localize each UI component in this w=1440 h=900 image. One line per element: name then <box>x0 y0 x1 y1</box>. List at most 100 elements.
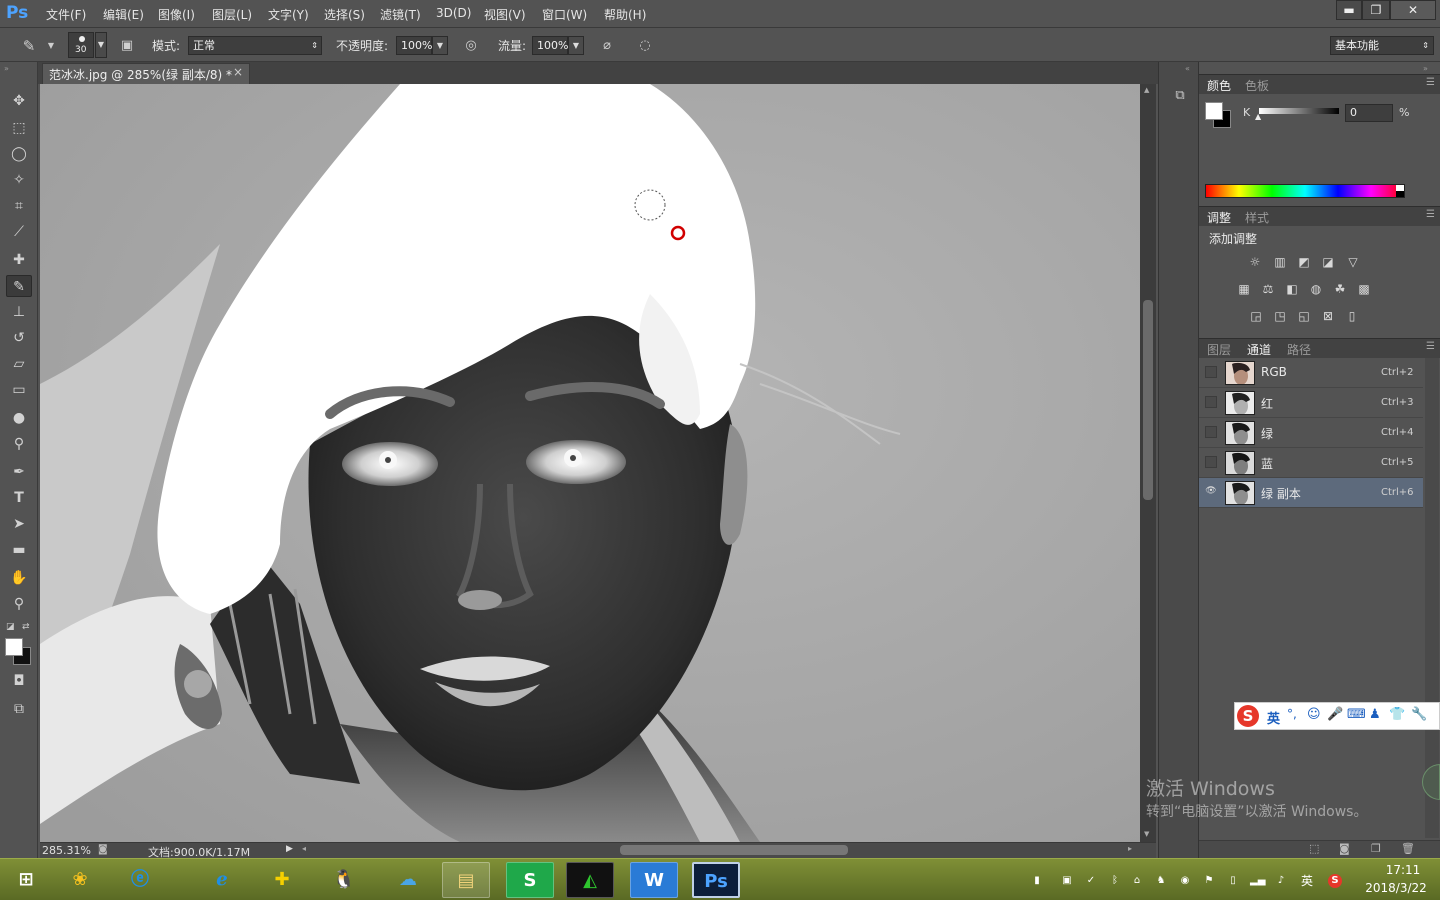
brush-size-dropdown[interactable]: ▼ <box>95 32 107 58</box>
opacity-dropdown[interactable]: ▼ <box>432 36 448 55</box>
expand-panels-icon[interactable]: » <box>1423 64 1428 73</box>
scroll-right-icon[interactable]: ▸ <box>1128 844 1132 853</box>
menu-file[interactable]: 文件(F) <box>46 6 86 23</box>
clock-time[interactable]: 17:11 <box>1378 863 1428 877</box>
user-icon[interactable]: ♟ <box>1369 707 1381 722</box>
horizontal-scroll-thumb[interactable] <box>620 845 848 855</box>
punctuation-icon[interactable]: °, <box>1287 707 1297 721</box>
channel-row-blue[interactable]: 蓝 Ctrl+5 <box>1199 448 1423 478</box>
keyboard-icon[interactable]: ⌨ <box>1347 707 1366 722</box>
history-panel-icon[interactable]: ⧉ <box>1171 88 1189 106</box>
photoshop-taskbar-icon[interactable]: Ps <box>692 862 740 898</box>
lasso-tool-icon[interactable]: ◯ <box>6 143 32 165</box>
k-slider-track[interactable] <box>1259 108 1339 114</box>
eyedropper-tool-icon[interactable]: ⟋ <box>6 221 32 243</box>
curves-icon[interactable]: ◩ <box>1296 255 1312 269</box>
menu-image[interactable]: 图像(I) <box>158 6 195 23</box>
crop-tool-icon[interactable]: ⌗ <box>6 195 32 217</box>
settings-wrench-icon[interactable]: 🔧 <box>1411 707 1427 722</box>
channel-visibility-toggle[interactable] <box>1205 366 1217 378</box>
collapse-toolbar-icon[interactable]: » <box>4 64 9 73</box>
gradient-map-icon[interactable]: ▯ <box>1344 309 1360 323</box>
menu-layer[interactable]: 图层(L) <box>212 6 252 23</box>
flag-tray-icon[interactable]: ⚑ <box>1202 874 1216 888</box>
photo-app-icon[interactable]: ❀ <box>56 862 104 898</box>
tab-swatches[interactable]: 色板 <box>1245 77 1269 94</box>
brush-tool-icon[interactable]: ✎ <box>6 275 32 297</box>
scroll-down-icon[interactable]: ▼ <box>1144 830 1149 838</box>
channel-mixer-icon[interactable]: ☘ <box>1332 282 1348 296</box>
microphone-icon[interactable]: 🎤 <box>1327 707 1343 722</box>
channel-visibility-toggle[interactable] <box>1205 396 1217 408</box>
green-app-icon[interactable]: ◭ <box>566 862 614 898</box>
eraser-tool-icon[interactable]: ▱ <box>6 353 32 375</box>
tab-paths[interactable]: 路径 <box>1287 341 1311 358</box>
menu-select[interactable]: 选择(S) <box>324 6 365 23</box>
chevron-down-icon[interactable]: ▼ <box>42 37 60 55</box>
close-window-button[interactable]: ✕ <box>1390 0 1436 20</box>
file-explorer-app-icon[interactable]: ▤ <box>442 862 490 898</box>
security-tray-icon[interactable]: ◉ <box>1178 874 1192 888</box>
k-slider-handle[interactable]: ▲ <box>1255 112 1261 121</box>
tab-adjustments[interactable]: 调整 <box>1207 209 1231 226</box>
collapse-dock-icon[interactable]: « <box>1185 64 1190 73</box>
history-brush-tool-icon[interactable]: ↺ <box>6 327 32 349</box>
default-colors-icon[interactable]: ◪ <box>6 622 15 632</box>
network-tray-icon[interactable]: ⌂ <box>1130 874 1144 888</box>
panel-menu-icon[interactable]: ☰ <box>1426 77 1435 88</box>
blur-tool-icon[interactable]: ● <box>6 407 32 429</box>
menu-edit[interactable]: 编辑(E) <box>103 6 144 23</box>
bluetooth-tray-icon[interactable]: ᛒ <box>1108 874 1122 888</box>
type-tool-icon[interactable]: T <box>6 487 32 509</box>
channel-row-green-copy[interactable]: 👁 绿 副本 Ctrl+6 <box>1199 478 1423 508</box>
screen-mode-icon[interactable]: ⧉ <box>6 698 32 720</box>
ramp-bw-swatch[interactable] <box>1396 185 1404 197</box>
gradient-tool-icon[interactable]: ▭ <box>6 379 32 401</box>
threshold-icon[interactable]: ◱ <box>1296 309 1312 323</box>
document-tab[interactable]: 范冰冰.jpg @ 285%(绿 副本/8) * × <box>42 63 250 84</box>
emoji-icon[interactable]: ☺ <box>1307 707 1321 722</box>
menu-filter[interactable]: 滤镜(T) <box>380 6 421 23</box>
flow-dropdown[interactable]: ▼ <box>568 36 584 55</box>
tab-layers[interactable]: 图层 <box>1207 341 1231 358</box>
document-canvas[interactable] <box>40 84 1140 842</box>
move-tool-icon[interactable]: ✥ <box>6 90 32 112</box>
color-balance-icon[interactable]: ⚖ <box>1260 282 1276 296</box>
tab-color[interactable]: 颜色 <box>1207 77 1231 94</box>
zoom-options-icon[interactable]: ◙ <box>98 844 108 855</box>
dodge-tool-icon[interactable]: ⚲ <box>6 433 32 455</box>
color-spectrum-ramp[interactable] <box>1205 184 1405 198</box>
airbrush-icon[interactable]: ⌀ <box>598 37 616 55</box>
signal-tray-icon[interactable]: ▂▄ <box>1250 874 1265 888</box>
vertical-scroll-thumb[interactable] <box>1143 300 1153 500</box>
zoom-level[interactable]: 285.31% <box>42 844 91 857</box>
eye-icon[interactable]: 👁 <box>1205 486 1217 498</box>
qq-tray-icon[interactable]: ♞ <box>1154 874 1168 888</box>
pressure-size-icon[interactable]: ◌ <box>636 37 654 55</box>
panel-menu-icon[interactable]: ☰ <box>1426 341 1435 352</box>
update-tray-icon[interactable]: ✓ <box>1084 874 1098 888</box>
save-selection-icon[interactable]: ◙ <box>1339 842 1350 855</box>
trash-icon[interactable]: 🗑 <box>1401 842 1415 855</box>
channel-row-rgb[interactable]: RGB Ctrl+2 <box>1199 358 1423 388</box>
menu-view[interactable]: 视图(V) <box>484 6 526 23</box>
skin-icon[interactable]: 👕 <box>1389 707 1405 722</box>
document-tab-close[interactable]: × <box>233 65 243 79</box>
path-select-tool-icon[interactable]: ➤ <box>6 513 32 535</box>
menu-help[interactable]: 帮助(H) <box>604 6 646 23</box>
device-tray-icon[interactable]: ▯ <box>1226 874 1240 888</box>
selective-color-icon[interactable]: ⊠ <box>1320 309 1336 323</box>
foreground-color-swatch[interactable] <box>5 638 23 656</box>
healing-brush-tool-icon[interactable]: ✚ <box>6 249 32 271</box>
status-menu-arrow-icon[interactable]: ▶ <box>286 844 293 854</box>
zoom-tool-icon[interactable]: ⚲ <box>6 593 32 615</box>
app-tray-icon[interactable]: ▣ <box>1060 874 1074 888</box>
channel-row-red[interactable]: 红 Ctrl+3 <box>1199 388 1423 418</box>
tab-channels[interactable]: 通道 <box>1247 341 1271 358</box>
360-app-icon[interactable]: ✚ <box>258 862 306 898</box>
shape-tool-icon[interactable]: ▬ <box>6 539 32 561</box>
k-value-input[interactable]: 0 <box>1345 104 1393 122</box>
hand-tool-icon[interactable]: ✋ <box>6 567 32 589</box>
panel-foreground-swatch[interactable] <box>1205 102 1223 120</box>
pen-tool-icon[interactable]: ✒ <box>6 461 32 483</box>
